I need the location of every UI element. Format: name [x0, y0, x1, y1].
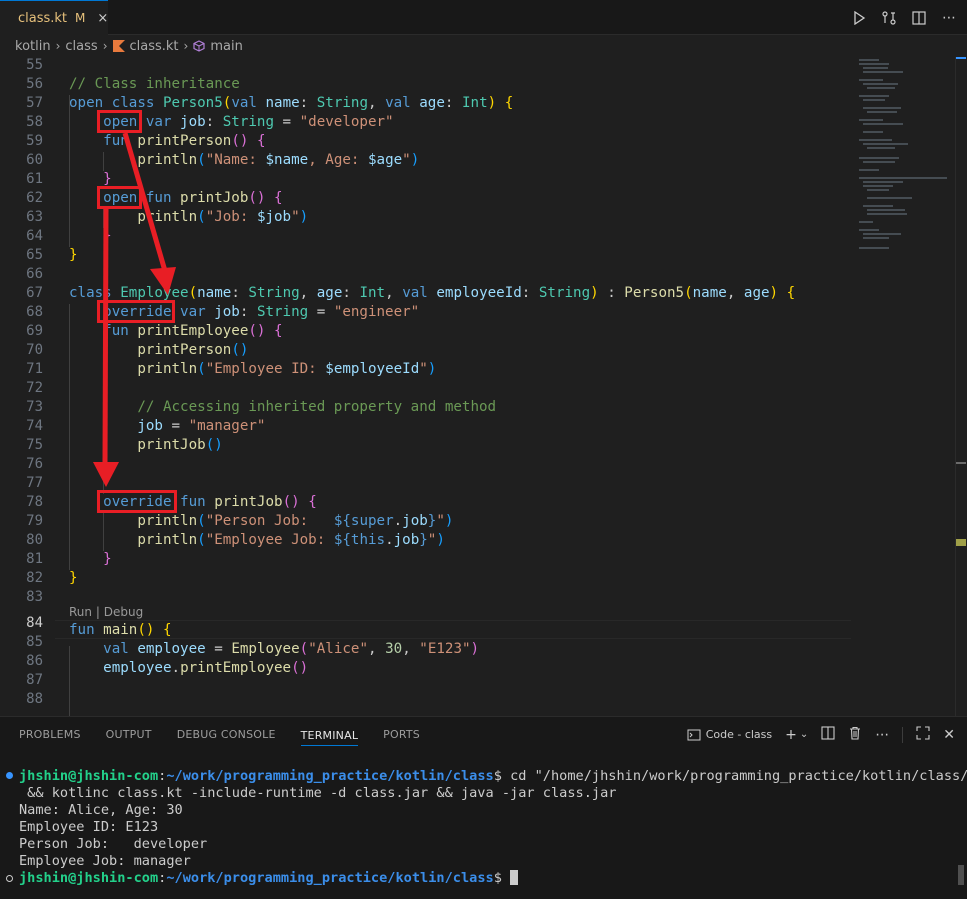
breadcrumb: kotlin › class › class.kt › main	[0, 35, 967, 57]
line-number: 81	[26, 551, 43, 567]
line-number: 87	[26, 672, 43, 688]
code-line: }	[103, 551, 112, 567]
command-decoration[interactable]	[6, 875, 13, 882]
annotation-arrows	[93, 132, 176, 487]
tab-ports[interactable]: PORTS	[383, 717, 420, 752]
modified-indicator: M	[75, 11, 86, 25]
terminal-output: Employee ID: E123	[19, 819, 159, 835]
split-terminal-icon[interactable]	[821, 725, 835, 744]
line-number: 86	[26, 653, 43, 669]
terminal-cursor	[510, 870, 519, 885]
terminal-scroll-thumb[interactable]	[958, 865, 964, 885]
minimap[interactable]	[855, 57, 955, 257]
terminal-output: Employee Job: manager	[19, 853, 191, 869]
line-number: 88	[26, 691, 43, 707]
codelens: Run | Debug	[69, 603, 143, 622]
command-decoration[interactable]	[6, 772, 13, 779]
terminal-output: Person Job: developer	[19, 836, 208, 852]
maximize-panel-icon[interactable]	[916, 725, 930, 744]
code-line: employee.printEmployee()	[103, 660, 309, 676]
scrollbar-marker	[956, 539, 966, 546]
terminal-prompt: jhshin@jhshin-com:~/work/programming_pra…	[19, 870, 519, 887]
toolbar-divider	[902, 726, 904, 743]
tab-class-kt[interactable]: class.kt M ×	[0, 0, 108, 35]
editor-scrollbar[interactable]	[955, 57, 967, 716]
breadcrumb-item[interactable]: class	[65, 39, 97, 54]
tab-label: class.kt	[18, 10, 68, 26]
codelens-separator: |	[95, 605, 100, 619]
more-actions-icon[interactable]: ⋯	[941, 10, 957, 26]
terminal-line: jhshin@jhshin-com:~/work/programming_pra…	[19, 768, 967, 784]
code-editor[interactable]: 55 56 57 58 59 60 61 62 63 64 65 66 67 68 69 70 71 72 73 74…	[0, 57, 967, 716]
tab-output[interactable]: OUTPUT	[106, 717, 152, 752]
close-tab-icon[interactable]: ×	[97, 11, 108, 26]
editor-actions: ⋯	[851, 0, 957, 35]
editor-tab-bar: class.kt M × ⋯	[0, 0, 967, 35]
line-number: 82	[26, 570, 43, 586]
code-line: val employee = Employee("Alice", 30, "E1…	[103, 641, 480, 657]
chevron-down-icon[interactable]: ⌄	[800, 729, 808, 740]
terminal-output: Name: Alice, Age: 30	[19, 802, 183, 818]
line-number: 83	[26, 589, 43, 605]
panel-toolbar: Code - class + ⌄ ⋯ ✕	[687, 717, 955, 752]
close-panel-icon[interactable]: ✕	[943, 727, 955, 743]
breadcrumb-item[interactable]: kotlin	[15, 39, 51, 54]
code-line: println("Employee Job: ${this.job}")	[137, 532, 445, 548]
terminal-name: Code - class	[705, 728, 773, 741]
more-actions-icon[interactable]: ⋯	[875, 727, 889, 743]
codelens-debug[interactable]: Debug	[104, 605, 143, 619]
line-number: 80	[26, 532, 43, 548]
chevron-right-icon: ›	[55, 39, 61, 53]
open-changes-icon[interactable]	[881, 10, 897, 26]
bottom-panel: PROBLEMS OUTPUT DEBUG CONSOLE TERMINAL P…	[0, 716, 967, 899]
terminal-icon	[687, 729, 701, 740]
chevron-right-icon: ›	[102, 39, 108, 53]
breadcrumb-item[interactable]: class.kt	[130, 39, 179, 54]
tab-debug-console[interactable]: DEBUG CONSOLE	[177, 717, 276, 752]
breadcrumb-item[interactable]: main	[210, 39, 242, 54]
line-number: 84	[26, 615, 43, 631]
scrollbar-marker	[956, 57, 966, 59]
chevron-right-icon: ›	[183, 39, 189, 53]
terminal-selector[interactable]: Code - class	[687, 728, 772, 742]
kotlin-file-icon	[112, 40, 125, 52]
trash-icon[interactable]	[848, 726, 862, 744]
code-line: }	[69, 570, 78, 586]
codelens-run[interactable]: Run	[69, 605, 92, 619]
line-number: 85	[26, 634, 43, 650]
tab-terminal[interactable]: TERMINAL	[300, 718, 359, 746]
split-editor-icon[interactable]	[911, 10, 927, 26]
scrollbar-marker	[956, 462, 966, 464]
code-line: fun main() {	[69, 622, 172, 638]
new-terminal-icon[interactable]: +	[785, 727, 797, 743]
run-icon[interactable]	[851, 10, 867, 26]
method-symbol-icon	[193, 40, 205, 52]
tab-problems[interactable]: PROBLEMS	[19, 717, 81, 752]
terminal-line: && kotlinc class.kt -include-runtime -d …	[19, 785, 617, 801]
